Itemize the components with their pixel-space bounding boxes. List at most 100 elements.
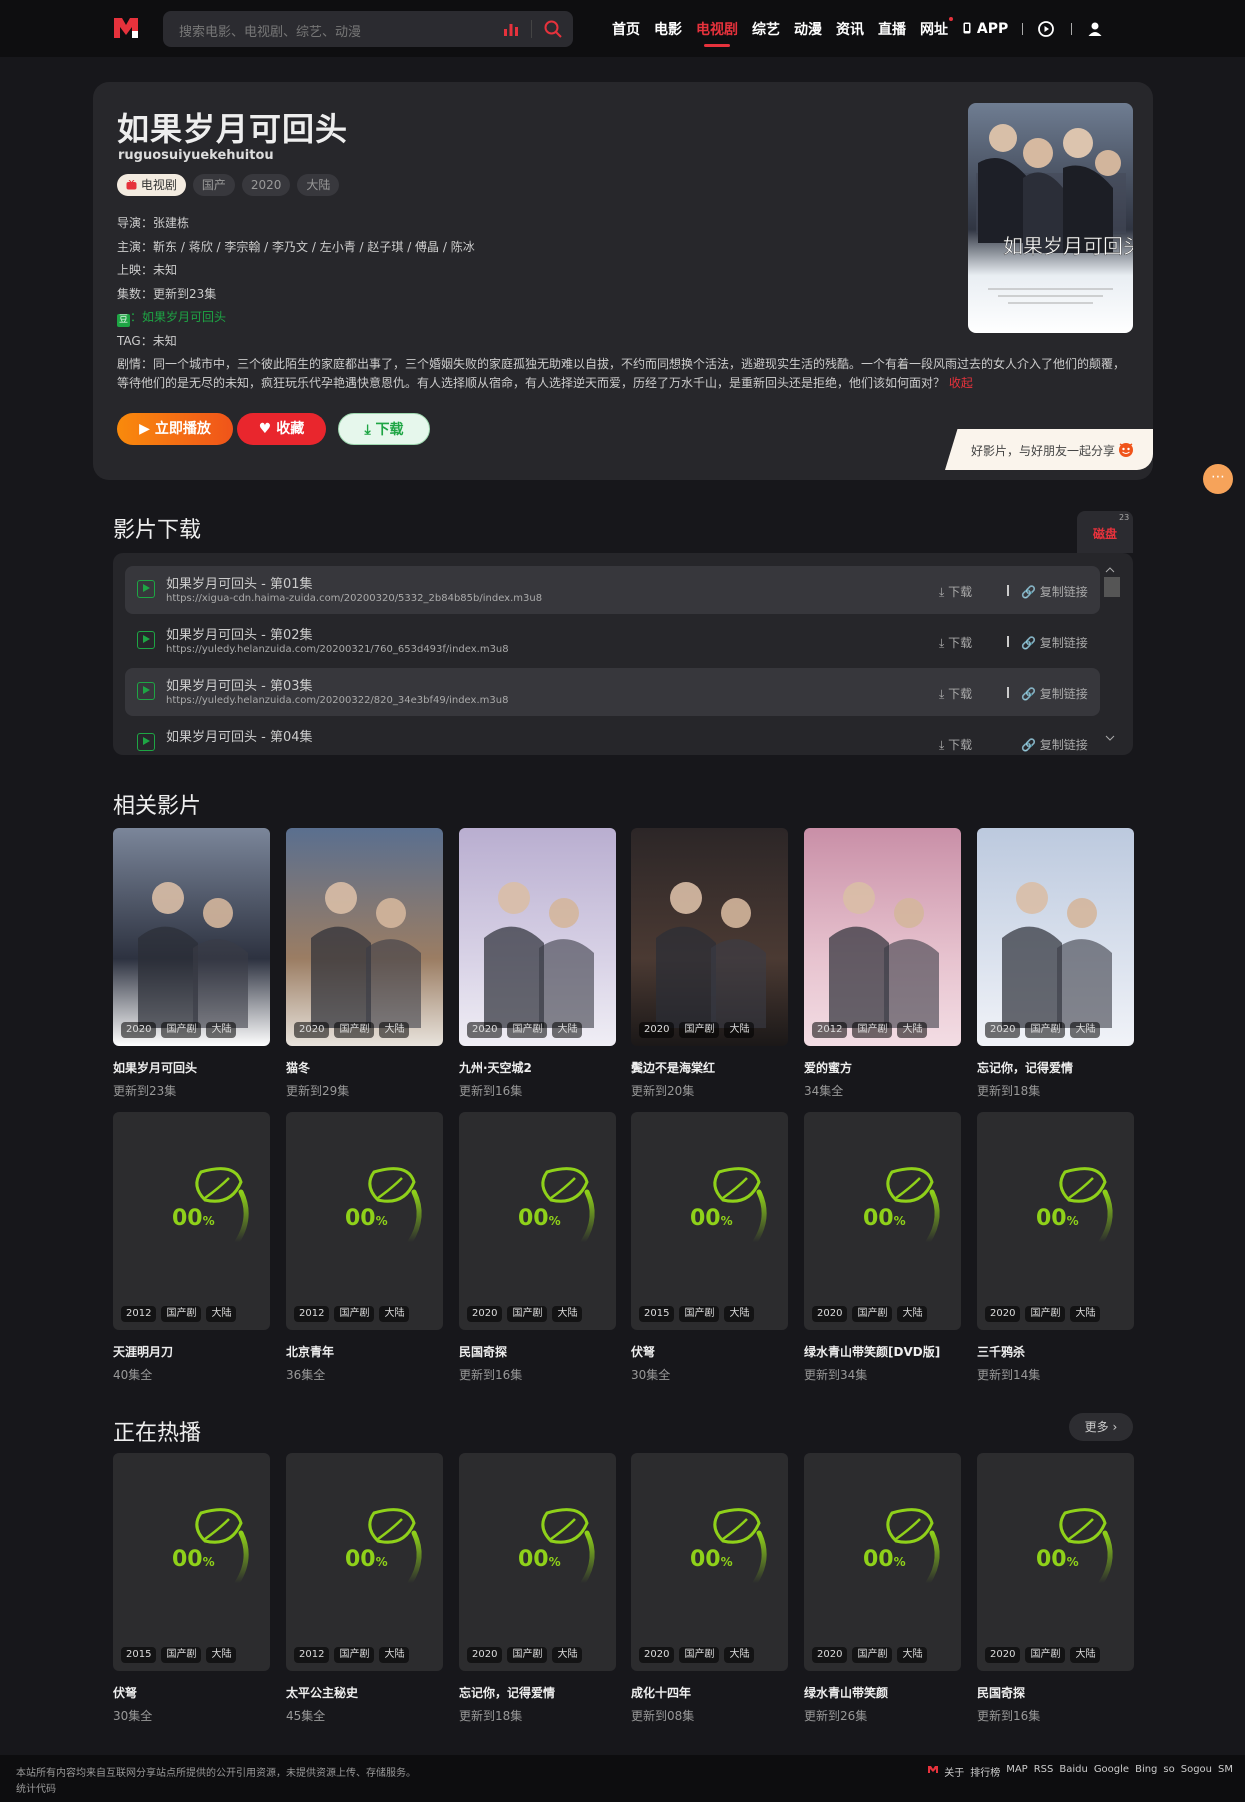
video-title[interactable]: 鬓边不是海棠红 [631,1059,788,1076]
nav-movie[interactable]: 电影 [654,19,682,39]
origin-tag[interactable]: 国产 [192,174,235,196]
favorite-button[interactable]: ♥ 收藏 [237,413,326,445]
douban-link[interactable]: ：如果岁月可回头 [130,310,226,324]
episode-item[interactable]: 如果岁月可回头 - 第01集 https://xigua-cdn.haima-z… [125,566,1100,614]
video-title[interactable]: 天涯明月刀 [113,1343,270,1360]
episode-download-link[interactable]: ⤓ 下载 [939,685,972,702]
share-emoji-icon[interactable] [1117,440,1135,458]
collapse-link[interactable]: 收起 [949,376,973,390]
video-title[interactable]: 成化十四年 [631,1684,788,1701]
hot-chart-icon[interactable] [502,20,520,38]
nav-sites[interactable]: 网址 [920,16,953,39]
play-history-icon[interactable] [1037,20,1055,38]
footer-link-about[interactable]: 关于 [944,1764,964,1779]
search-bar[interactable]: 搜索电影、电视剧、综艺、动漫 [163,11,573,47]
download-scrollbar[interactable] [1103,565,1120,743]
video-title[interactable]: 太平公主秘史 [286,1684,443,1701]
video-poster[interactable]: 00% 2020 国产剧 大陆 [459,1453,616,1671]
video-title[interactable]: 伏弩 [113,1684,270,1701]
site-logo-icon[interactable] [112,15,140,41]
video-poster[interactable]: 2020 国产剧 大陆 [113,828,270,1046]
nav-app[interactable]: APP [962,21,1008,37]
video-title[interactable]: 伏弩 [631,1343,788,1360]
episode-download-link[interactable]: ⤓ 下载 [939,736,972,753]
video-poster[interactable]: 2020 国产剧 大陆 [459,828,616,1046]
download-button[interactable]: ⤓ 下载 [338,413,430,445]
chat-float-button[interactable]: ⋯ [1203,464,1233,494]
video-card[interactable]: 00% 2020 国产剧 大陆 绿水青山带笑颜[DVD版] 更新到34集 [804,1112,961,1383]
footer-link-map[interactable]: MAP [1006,1764,1028,1779]
magnet-tab[interactable]: 磁盘 23 [1077,511,1133,553]
video-title[interactable]: 猫冬 [286,1059,443,1076]
video-card[interactable]: 2020 国产剧 大陆 鬓边不是海棠红 更新到20集 [631,828,788,1099]
search-icon[interactable] [543,19,563,39]
episode-copy-link[interactable]: 🔗 复制链接 [1021,736,1088,753]
user-icon[interactable] [1086,20,1104,38]
video-card[interactable]: 2020 国产剧 大陆 如果岁月可回头 更新到23集 [113,828,270,1099]
video-poster[interactable]: 00% 2020 国产剧 大陆 [804,1112,961,1330]
video-title[interactable]: 北京青年 [286,1343,443,1360]
video-card[interactable]: 00% 2012 国产剧 大陆 太平公主秘史 45集全 [286,1453,443,1724]
episode-copy-link[interactable]: 🔗 复制链接 [1021,583,1088,600]
episode-download-link[interactable]: ⤓ 下载 [939,583,972,600]
video-poster[interactable]: 00% 2012 国产剧 大陆 [113,1112,270,1330]
video-title[interactable]: 忘记你，记得爱情 [977,1059,1134,1076]
year-tag[interactable]: 2020 [241,174,291,196]
scrollbar-thumb[interactable] [1104,577,1120,597]
video-poster[interactable]: 00% 2015 国产剧 大陆 [631,1112,788,1330]
video-card[interactable]: 00% 2012 国产剧 大陆 天涯明月刀 40集全 [113,1112,270,1383]
video-card[interactable]: 2012 国产剧 大陆 爱的蜜方 34集全 [804,828,961,1099]
video-title[interactable]: 如果岁月可回头 [113,1059,270,1076]
video-card[interactable]: 00% 2012 国产剧 大陆 北京青年 36集全 [286,1112,443,1383]
video-poster[interactable]: 2012 国产剧 大陆 [804,828,961,1046]
footer-stats[interactable]: 统计代码 [16,1780,56,1795]
footer-link-google[interactable]: Google [1094,1764,1129,1779]
video-poster[interactable]: 00% 2020 国产剧 大陆 [977,1453,1134,1671]
episode-copy-link[interactable]: 🔗 复制链接 [1021,634,1088,651]
nav-variety[interactable]: 综艺 [752,19,780,39]
video-title[interactable]: 忘记你，记得爱情 [459,1684,616,1701]
video-card[interactable]: 2020 国产剧 大陆 九州·天空城2 更新到16集 [459,828,616,1099]
video-title[interactable]: 爱的蜜方 [804,1059,961,1076]
video-card[interactable]: 2020 国产剧 大陆 猫冬 更新到29集 [286,828,443,1099]
episode-copy-link[interactable]: 🔗 复制链接 [1021,685,1088,702]
video-poster[interactable]: 00% 2015 国产剧 大陆 [113,1453,270,1671]
video-poster[interactable]: 00% 2020 国产剧 大陆 [804,1453,961,1671]
video-card[interactable]: 00% 2020 国产剧 大陆 三千鸦杀 更新到14集 [977,1112,1134,1383]
video-title[interactable]: 民国奇探 [459,1343,616,1360]
footer-link-sogou[interactable]: Sogou [1181,1764,1212,1779]
video-card[interactable]: 00% 2020 国产剧 大陆 民国奇探 更新到16集 [459,1112,616,1383]
more-button[interactable]: 更多 › [1069,1413,1133,1441]
video-card[interactable]: 00% 2020 国产剧 大陆 成化十四年 更新到08集 [631,1453,788,1724]
video-title[interactable]: 绿水青山带笑颜[DVD版] [804,1343,961,1360]
footer-link-rank[interactable]: 排行榜 [970,1764,1000,1779]
video-card[interactable]: 00% 2020 国产剧 大陆 忘记你，记得爱情 更新到18集 [459,1453,616,1724]
play-button[interactable]: ▶ 立即播放 [117,413,233,445]
video-poster[interactable]: 00% 2020 国产剧 大陆 [631,1453,788,1671]
video-poster[interactable]: 2020 国产剧 大陆 [631,828,788,1046]
footer-link-so[interactable]: so [1163,1764,1174,1779]
video-card[interactable]: 2020 国产剧 大陆 忘记你，记得爱情 更新到18集 [977,828,1134,1099]
footer-link-bing[interactable]: Bing [1135,1764,1157,1779]
share-bar[interactable]: 好影片，与好朋友一起分享 [945,429,1153,470]
video-poster[interactable]: 00% 2012 国产剧 大陆 [286,1453,443,1671]
category-tag[interactable]: 电视剧 [117,174,186,196]
video-card[interactable]: 00% 2015 国产剧 大陆 伏弩 30集全 [631,1112,788,1383]
nav-home[interactable]: 首页 [612,19,640,39]
video-card[interactable]: 00% 2015 国产剧 大陆 伏弩 30集全 [113,1453,270,1724]
nav-tv[interactable]: 电视剧 [696,19,738,47]
video-card[interactable]: 00% 2020 国产剧 大陆 绿水青山带笑颜 更新到26集 [804,1453,961,1724]
episode-download-link[interactable]: ⤓ 下载 [939,634,972,651]
video-poster[interactable]: 2020 国产剧 大陆 [977,828,1134,1046]
search-input[interactable]: 搜索电影、电视剧、综艺、动漫 [179,21,361,40]
video-card[interactable]: 00% 2020 国产剧 大陆 民国奇探 更新到16集 [977,1453,1134,1724]
nav-anime[interactable]: 动漫 [794,19,822,39]
footer-link-rss[interactable]: RSS [1034,1764,1054,1779]
episode-item[interactable]: 如果岁月可回头 - 第03集 https://yuledy.helanzuida… [125,668,1100,716]
footer-link-baidu[interactable]: Baidu [1059,1764,1087,1779]
video-poster[interactable]: 00% 2020 国产剧 大陆 [977,1112,1134,1330]
nav-news[interactable]: 资讯 [836,19,864,39]
video-title[interactable]: 民国奇探 [977,1684,1134,1701]
video-poster[interactable]: 2020 国产剧 大陆 [286,828,443,1046]
region-tag[interactable]: 大陆 [297,174,340,196]
